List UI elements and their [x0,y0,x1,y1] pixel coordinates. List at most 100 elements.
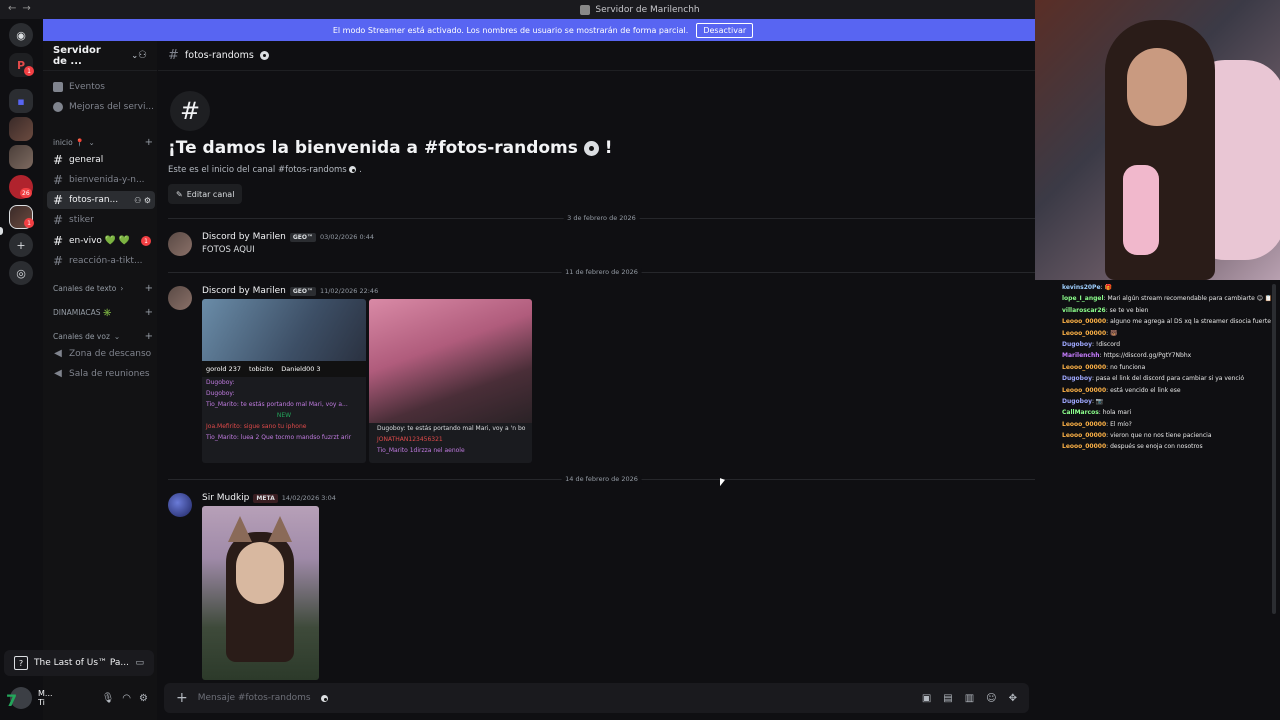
sidebar-item-eventos[interactable]: Eventos [53,82,105,92]
welcome-title-text: ¡Te damos la bienvenida a #fotos-randoms [168,138,578,158]
sidebar-item-mejoras[interactable]: Mejoras del servi... [53,102,154,112]
category-dinamiacas[interactable]: DINAMIACAS ✳️ + [53,307,153,318]
add-channel-icon[interactable]: + [145,307,153,318]
welcome-hash-icon: # [170,91,210,131]
folder-icon[interactable]: ▪ [9,89,33,113]
chat-username: Leooo_00000 [1062,432,1107,440]
chat-line: Leooo_00000: El mío? [1062,421,1280,432]
streamer-mode-banner: El modo Streamer está activado. Los nomb… [43,19,1043,41]
boost-icon [53,102,63,112]
chat-text: : 🎁 [1100,284,1112,291]
chat-text: : vieron que no nos tiene paciencia [1106,432,1212,440]
badge: 1 [24,66,34,76]
message-timestamp: 11/02/2026 22:46 [319,287,379,295]
attachment-text: Tio_Marito: te estás portando mal Mari, … [206,401,348,408]
apps-icon[interactable]: ✥ [1009,693,1017,704]
add-channel-icon[interactable]: + [145,137,153,148]
message-author[interactable]: Sir Mudkip [202,493,249,503]
hash-icon: # [53,153,64,167]
add-attachment-icon[interactable]: + [176,690,188,706]
server-icon[interactable] [9,145,33,169]
back-forward-icons[interactable]: ←→ [8,3,37,14]
channel-reaccion[interactable]: # reacción-a-tikt... [47,252,155,270]
category-inicio[interactable]: inicio 📍 ⌄ + [53,137,153,148]
gif-icon[interactable]: ▤ [943,693,952,704]
image-attachment[interactable] [202,506,319,680]
edit-channel-button[interactable]: ✎ Editar canal [168,184,243,204]
channel-label: reacción-a-tikt... [69,256,143,266]
avatar[interactable]: 7 [6,687,32,710]
activity-panel[interactable]: ? The Last of Us™ Pa... ▭ [4,650,154,676]
voice-channel-reuniones[interactable]: ◀ Sala de reuniones [53,368,150,379]
username: M... Ti [38,689,53,707]
voice-channel-descanso[interactable]: ◀ Zona de descanso [53,348,151,359]
attachment-text: JONATHAN123456321 [377,436,443,443]
image-attachment[interactable]: Dugoboy: te estás portando mal Mari, voy… [369,299,532,463]
chat-text: : Mari algún stream recomendable para ca… [1103,295,1273,303]
chat-text: : pasa el link del discord para cambiar … [1092,375,1245,383]
server-header[interactable]: Servidor de ... ⌄ ⚇ [43,41,157,71]
image-attachment[interactable]: gorold 237 tobizito Danield00 3 Dugoboy:… [202,299,366,463]
channel-stiker[interactable]: # stiker [47,211,155,229]
message-composer[interactable]: + Mensaje #fotos-randoms ▣ ▤ ▥ ☺ ✥ [164,683,1029,713]
gift-icon[interactable]: ▣ [922,693,931,704]
chat-text: : https://discord.gg/PgtY7Nbhx [1099,352,1192,360]
avatar[interactable] [168,493,192,517]
chat-line: kevins20Pe: 🎁 [1062,284,1280,295]
add-channel-icon[interactable]: + [145,283,153,294]
channel-general[interactable]: # general [47,151,155,169]
discover-icon[interactable]: ◎ [9,261,33,285]
emoji-icon[interactable]: ☺ [986,693,996,704]
sticker-icon[interactable]: ▥ [965,693,974,704]
attachment-text: Tio_Marito: luea 2 Que tocmo mandso fuzr… [206,434,352,441]
microphone-icon[interactable]: 🎙 [102,693,115,704]
voice-channel-label: Zona de descanso [69,348,152,359]
eye-icon [259,51,269,60]
channel-en-vivo[interactable]: # en-vivo 💚 💚 1 [47,232,155,250]
invite-icon[interactable]: ⚇ [138,50,147,61]
channel-label: bienvenida-y-n... [69,175,145,185]
channel-label: fotos-ran... [69,195,119,205]
deactivate-button[interactable]: Desactivar [696,22,754,38]
chat-username: Leooo_00000 [1062,363,1107,371]
avatar[interactable] [168,232,192,256]
guild-tag: META [253,493,278,503]
message-author[interactable]: Discord by Marilen [202,232,286,242]
calendar-icon [53,82,63,92]
image-thumbnail [369,299,532,423]
message-timestamp: 14/02/2026 3:04 [281,494,336,502]
channel-bienvenida[interactable]: # bienvenida-y-n... [47,171,155,189]
server-icon[interactable] [9,117,33,141]
chat-username: Dugoboy [1062,397,1092,405]
chat-username: CallMarcos [1062,409,1099,417]
attachment-text: tobizito [249,365,274,373]
chat-line: Leooo_00000: 🐻 [1062,330,1280,341]
message-header: Sir Mudkip META 14/02/2026 3:04 [202,493,336,503]
message-author[interactable]: Discord by Marilen [202,286,286,296]
add-server-icon[interactable]: + [9,233,33,257]
chat-line: Dugoboy: !discord [1062,341,1280,352]
channel-settings-icon[interactable]: ⚇ ⚙ [134,196,151,205]
mouse-cursor [720,478,725,488]
category-canales-voz[interactable]: Canales de voz ⌄ + [53,331,153,342]
chat-area: # fotos-randoms # ¡Te damos la bienvenid… [158,41,1035,720]
discord-home-icon[interactable]: ◉ [9,23,33,47]
scrollbar[interactable] [1272,284,1276,614]
date-divider-label: 3 de febrero de 2026 [563,214,640,222]
gear-icon[interactable]: ⚙ [139,693,148,704]
chat-username: Marilenchh [1062,352,1100,360]
chat-text: : !discord [1092,340,1121,348]
chevron-down-icon: ⌄ [131,51,139,60]
category-canales-texto[interactable]: Canales de texto › + [53,283,153,294]
monitor-icon[interactable]: ▭ [135,658,144,668]
chat-username: Leooo_00000 [1062,329,1107,337]
channel-fotos-randoms[interactable]: # fotos-ran... ⚇ ⚙ [47,191,155,209]
voice-channel-label: Sala de reuniones [69,368,150,379]
avatar[interactable] [168,286,192,310]
welcome-title-end: ! [604,138,613,158]
attachment-names: gorold 237 tobizito Danield00 3 [202,361,366,377]
add-channel-icon[interactable]: + [145,331,153,342]
headphones-icon[interactable]: ◠ [122,693,131,704]
date-divider: 14 de febrero de 2026 [168,475,1035,483]
image-thumbnail [202,299,366,361]
